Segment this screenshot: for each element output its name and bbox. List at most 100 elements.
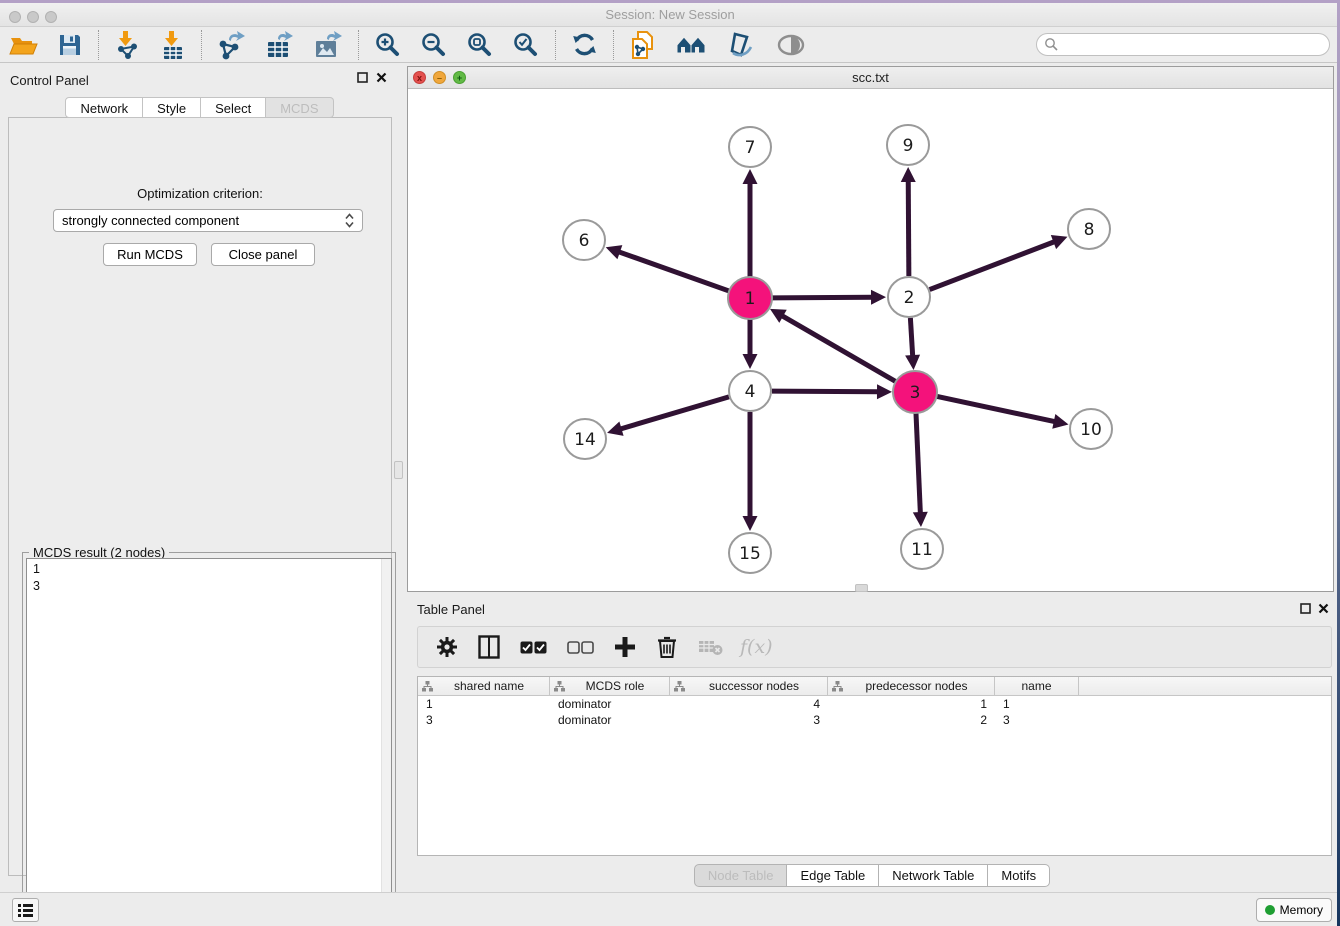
show-hide-graphics-button[interactable]	[766, 29, 816, 61]
zoom-in-button[interactable]	[365, 29, 411, 61]
graph-node-4[interactable]: 4	[729, 371, 771, 411]
tab-mcds[interactable]: MCDS	[266, 97, 333, 118]
node-table-body: 1dominator4113dominator323	[418, 696, 1331, 728]
add-column-button[interactable]	[604, 629, 646, 665]
tab-network[interactable]: Network	[65, 97, 143, 118]
unselect-all-button[interactable]	[557, 629, 604, 665]
graph-node-2[interactable]: 2	[888, 277, 930, 317]
search-input[interactable]	[1059, 38, 1329, 52]
import-table-button[interactable]	[151, 29, 195, 61]
table-cell[interactable]: 4	[670, 696, 828, 712]
run-mcds-button[interactable]: Run MCDS	[103, 243, 197, 266]
network-maximize-button[interactable]: +	[453, 71, 466, 84]
network-graph[interactable]: 7 9 6 8 1 2 4 3 14 10 15 11	[408, 90, 1333, 592]
memory-label: Memory	[1280, 903, 1323, 917]
toolbar-separator	[358, 30, 359, 60]
table-close-panel-button[interactable]	[1318, 603, 1329, 614]
graph-node-7[interactable]: 7	[729, 127, 771, 167]
table-cell[interactable]: 3	[995, 712, 1079, 728]
delete-table-button[interactable]	[688, 629, 734, 665]
toggle-annotations-button[interactable]	[718, 29, 766, 61]
table-cell[interactable]: dominator	[550, 696, 670, 712]
clone-network-button[interactable]	[620, 29, 666, 61]
export-image-button[interactable]	[304, 29, 352, 61]
zoom-fit-button[interactable]	[457, 29, 503, 61]
svg-text:11: 11	[911, 540, 933, 560]
vertical-divider-handle[interactable]	[394, 461, 403, 479]
table-cell[interactable]: dominator	[550, 712, 670, 728]
apply-layout-button[interactable]	[562, 29, 607, 61]
network-minimize-button[interactable]: –	[433, 71, 446, 84]
column-header-name[interactable]: name	[995, 677, 1079, 695]
graph-node-10[interactable]: 10	[1070, 409, 1112, 449]
save-session-button[interactable]	[48, 29, 92, 61]
open-session-button[interactable]	[0, 29, 48, 61]
import-network-button[interactable]	[105, 29, 151, 61]
close-panel-button[interactable]: Close panel	[211, 243, 315, 266]
mcds-result-scrollbar[interactable]	[381, 559, 391, 915]
table-float-panel-button[interactable]	[1300, 603, 1311, 614]
tab-style[interactable]: Style	[143, 97, 201, 118]
tab-network-table[interactable]: Network Table	[879, 864, 988, 887]
tab-node-table[interactable]: Node Table	[694, 864, 788, 887]
column-visibility-button[interactable]	[468, 629, 510, 665]
table-cell[interactable]: 3	[418, 712, 550, 728]
column-header-shared-name[interactable]: shared name	[418, 677, 550, 695]
graph-edge-3-1[interactable]	[781, 315, 896, 381]
table-cell[interactable]: 3	[670, 712, 828, 728]
graph-edge-1-6[interactable]	[618, 252, 729, 292]
minimize-window-button[interactable]	[27, 11, 39, 23]
close-window-button[interactable]	[9, 11, 21, 23]
homes-icon	[675, 32, 709, 58]
export-network-button[interactable]	[208, 29, 256, 61]
graph-node-15[interactable]: 15	[729, 533, 771, 573]
graph-node-9[interactable]: 9	[887, 125, 929, 165]
show-panel-button[interactable]	[12, 898, 39, 922]
close-panel-icon-button[interactable]	[376, 72, 387, 83]
show-all-networks-button[interactable]	[666, 29, 718, 61]
memory-button[interactable]: Memory	[1256, 898, 1332, 922]
table-cell[interactable]: 1	[995, 696, 1079, 712]
column-header-successor-nodes[interactable]: successor nodes	[670, 677, 828, 695]
table-settings-button[interactable]	[426, 629, 468, 665]
graph-edge-2-9[interactable]	[908, 180, 909, 276]
criterion-select[interactable]: strongly connected component	[53, 209, 363, 232]
network-window-titlebar[interactable]: x – + scc.txt	[408, 67, 1333, 89]
zoom-selected-button[interactable]	[503, 29, 549, 61]
table-cell[interactable]: 2	[828, 712, 995, 728]
mcds-result-box[interactable]: 1 3	[26, 558, 392, 916]
zoom-out-button[interactable]	[411, 29, 457, 61]
delete-column-button[interactable]	[646, 629, 688, 665]
search-field[interactable]	[1036, 33, 1330, 56]
graph-edge-4-14[interactable]	[620, 397, 729, 429]
function-builder-button[interactable]: f(x)	[734, 636, 779, 658]
graph-edge-3-11[interactable]	[916, 413, 920, 514]
table-cell[interactable]: 1	[828, 696, 995, 712]
tab-edge-table[interactable]: Edge Table	[787, 864, 879, 887]
graph-edge-3-10[interactable]	[937, 396, 1056, 421]
table-row-1[interactable]: 3dominator323	[418, 712, 1331, 728]
tab-select[interactable]: Select	[201, 97, 266, 118]
graph-node-1[interactable]: 1	[728, 277, 772, 319]
column-header-MCDS-role[interactable]: MCDS role	[550, 677, 670, 695]
column-header-predecessor-nodes[interactable]: predecessor nodes	[828, 677, 995, 695]
table-row-0[interactable]: 1dominator411	[418, 696, 1331, 712]
float-panel-button[interactable]	[357, 72, 368, 83]
graph-node-3[interactable]: 3	[893, 371, 937, 413]
graph-node-6[interactable]: 6	[563, 220, 605, 260]
table-cell[interactable]: 1	[418, 696, 550, 712]
graph-edge-2-8[interactable]	[930, 241, 1056, 289]
graph-edge-2-3[interactable]	[910, 318, 912, 357]
network-close-button[interactable]: x	[413, 71, 426, 84]
horizontal-divider-handle[interactable]	[855, 584, 868, 592]
graph-node-8[interactable]: 8	[1068, 209, 1110, 249]
graph-node-11[interactable]: 11	[901, 529, 943, 569]
export-table-button[interactable]	[256, 29, 304, 61]
maximize-window-button[interactable]	[45, 11, 57, 23]
tab-motifs[interactable]: Motifs	[988, 864, 1050, 887]
select-all-button[interactable]	[510, 629, 557, 665]
graph-edge-4-3[interactable]	[772, 391, 879, 392]
graph-edge-1-2[interactable]	[772, 297, 873, 298]
graph-node-14[interactable]: 14	[564, 419, 606, 459]
control-panel-tabs: NetworkStyleSelectMCDS	[0, 97, 399, 118]
